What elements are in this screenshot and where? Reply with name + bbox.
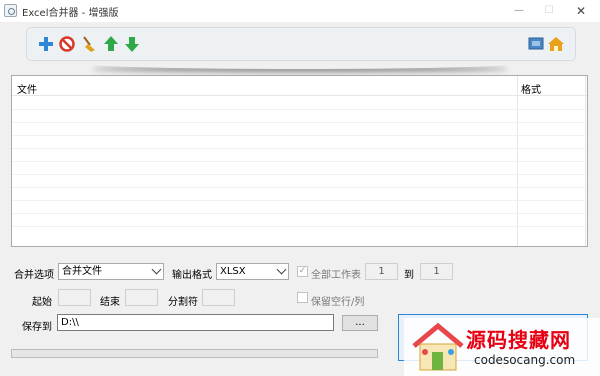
move-up-button[interactable] [102, 35, 120, 53]
close-button[interactable]: ✕ [566, 0, 596, 22]
output-format-label: 输出格式 [172, 270, 212, 281]
arrow-down-icon [125, 37, 139, 52]
arrow-up-icon [104, 36, 118, 51]
row-line [12, 226, 587, 227]
file-list[interactable]: 文件 格式 [11, 75, 588, 247]
plus-icon [39, 37, 53, 51]
keep-empty-checkbox[interactable] [297, 292, 308, 303]
sheet-to-label: 到 [404, 270, 414, 281]
maximize-button[interactable]: ☐ [534, 0, 564, 22]
start-label: 起始 [32, 297, 52, 308]
output-format-select[interactable]: XLSX [216, 263, 289, 280]
start-input[interactable] [58, 289, 91, 306]
save-to-label: 保存到 [22, 322, 52, 333]
home-button[interactable] [547, 35, 565, 53]
separator-input[interactable] [202, 289, 235, 306]
merge-option-label: 合并选项 [14, 270, 54, 281]
flag-icon [528, 37, 544, 50]
keep-empty-label: 保留空行/列 [311, 297, 365, 308]
clear-list-button[interactable] [80, 35, 98, 53]
merge-option-value: 合并文件 [62, 266, 102, 277]
row-line [12, 174, 587, 175]
row-line [12, 187, 587, 188]
watermark-title: 源码搜藏网 [466, 328, 571, 352]
remove-file-button[interactable] [58, 35, 76, 53]
row-line [12, 200, 587, 201]
row-line [12, 109, 587, 110]
row-line [12, 213, 587, 214]
house-logo-icon [412, 322, 464, 371]
sheet-from-input[interactable]: 1 [365, 263, 398, 280]
no-entry-icon [59, 36, 75, 52]
row-line [12, 148, 587, 149]
add-file-button[interactable] [37, 35, 55, 53]
separator-label: 分割符 [168, 297, 198, 308]
row-line [12, 122, 587, 123]
merge-option-select[interactable]: 合并文件 [58, 263, 164, 280]
app-icon [4, 4, 17, 17]
end-input[interactable] [125, 289, 158, 306]
chevron-down-icon [276, 264, 287, 275]
home-icon [548, 37, 564, 51]
minimize-button[interactable]: — [504, 0, 534, 22]
list-header: 文件 格式 [12, 76, 587, 96]
row-line [12, 161, 587, 162]
browse-button[interactable]: ... [342, 315, 378, 331]
column-header-file[interactable]: 文件 [17, 81, 37, 96]
sheet-to-input[interactable]: 1 [420, 263, 453, 280]
output-format-value: XLSX [220, 266, 246, 277]
chevron-down-icon [151, 264, 162, 275]
about-button[interactable] [527, 35, 545, 53]
end-label: 结束 [100, 297, 120, 308]
row-line [12, 135, 587, 136]
title-bar: Excel合并器 - 增强版 — ☐ ✕ [0, 0, 600, 22]
broom-icon [83, 36, 95, 52]
watermark: 源码搜藏网 codesocang.com [404, 318, 600, 376]
all-sheets-label: 全部工作表 [311, 270, 361, 281]
move-down-button[interactable] [123, 35, 141, 53]
toolbar [26, 27, 576, 61]
watermark-url: codesocang.com [474, 353, 576, 367]
progress-bar [11, 349, 378, 358]
all-sheets-checkbox[interactable]: ✓ [297, 266, 308, 277]
window-title: Excel合并器 - 增强版 [22, 8, 119, 19]
save-path-input[interactable]: D:\\ [57, 314, 334, 331]
column-header-format[interactable]: 格式 [521, 81, 541, 96]
